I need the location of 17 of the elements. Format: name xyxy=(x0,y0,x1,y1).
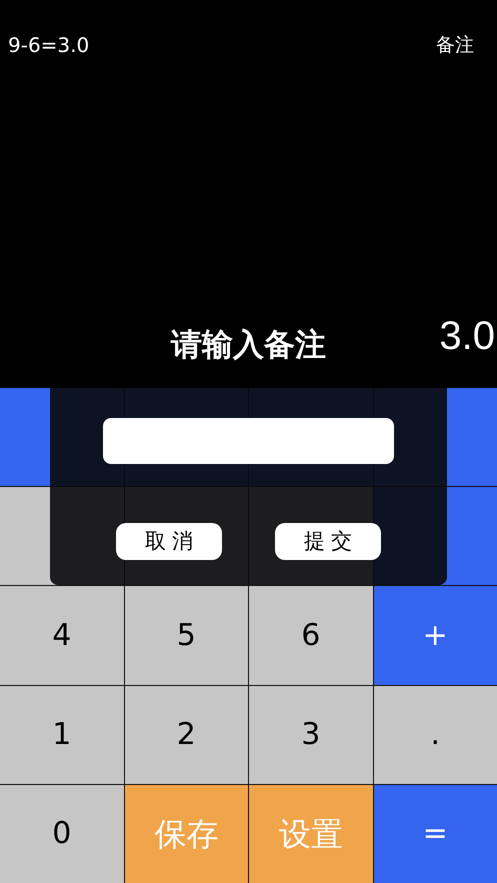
keypad-key[interactable]: 4 xyxy=(0,586,124,685)
keypad-key[interactable]: = xyxy=(374,784,497,883)
keypad-key[interactable]: 2 xyxy=(124,686,248,784)
keypad-key[interactable]: 6 xyxy=(249,586,372,685)
display-value: 3.0 xyxy=(439,313,496,360)
keypad-key[interactable]: 3 xyxy=(249,686,372,784)
dialog-title: 请输入备注 xyxy=(171,326,326,365)
history-expression: 9-6=3.0 xyxy=(8,32,90,59)
keypad-key[interactable]: 5 xyxy=(124,586,248,685)
note-input-field[interactable] xyxy=(103,418,394,464)
note-button[interactable]: 备注 xyxy=(436,30,474,60)
keypad-key[interactable]: 0 xyxy=(0,784,124,883)
keypad-key[interactable]: + xyxy=(374,586,497,685)
submit-button[interactable]: 提交 xyxy=(275,523,381,560)
keypad-key[interactable]: 1 xyxy=(0,686,124,784)
cancel-button[interactable]: 取消 xyxy=(116,523,222,560)
keypad-key[interactable]: . xyxy=(374,686,497,784)
